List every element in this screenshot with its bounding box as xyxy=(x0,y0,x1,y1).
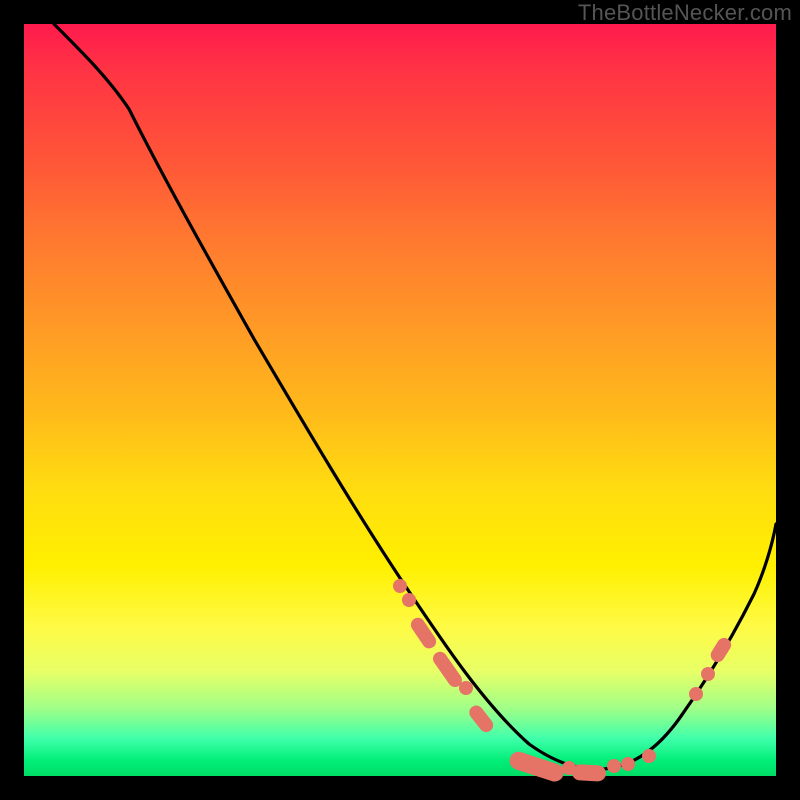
watermark: TheBottleNecker.com xyxy=(578,0,792,26)
chart-frame xyxy=(24,24,776,776)
heat-gradient xyxy=(24,24,776,776)
